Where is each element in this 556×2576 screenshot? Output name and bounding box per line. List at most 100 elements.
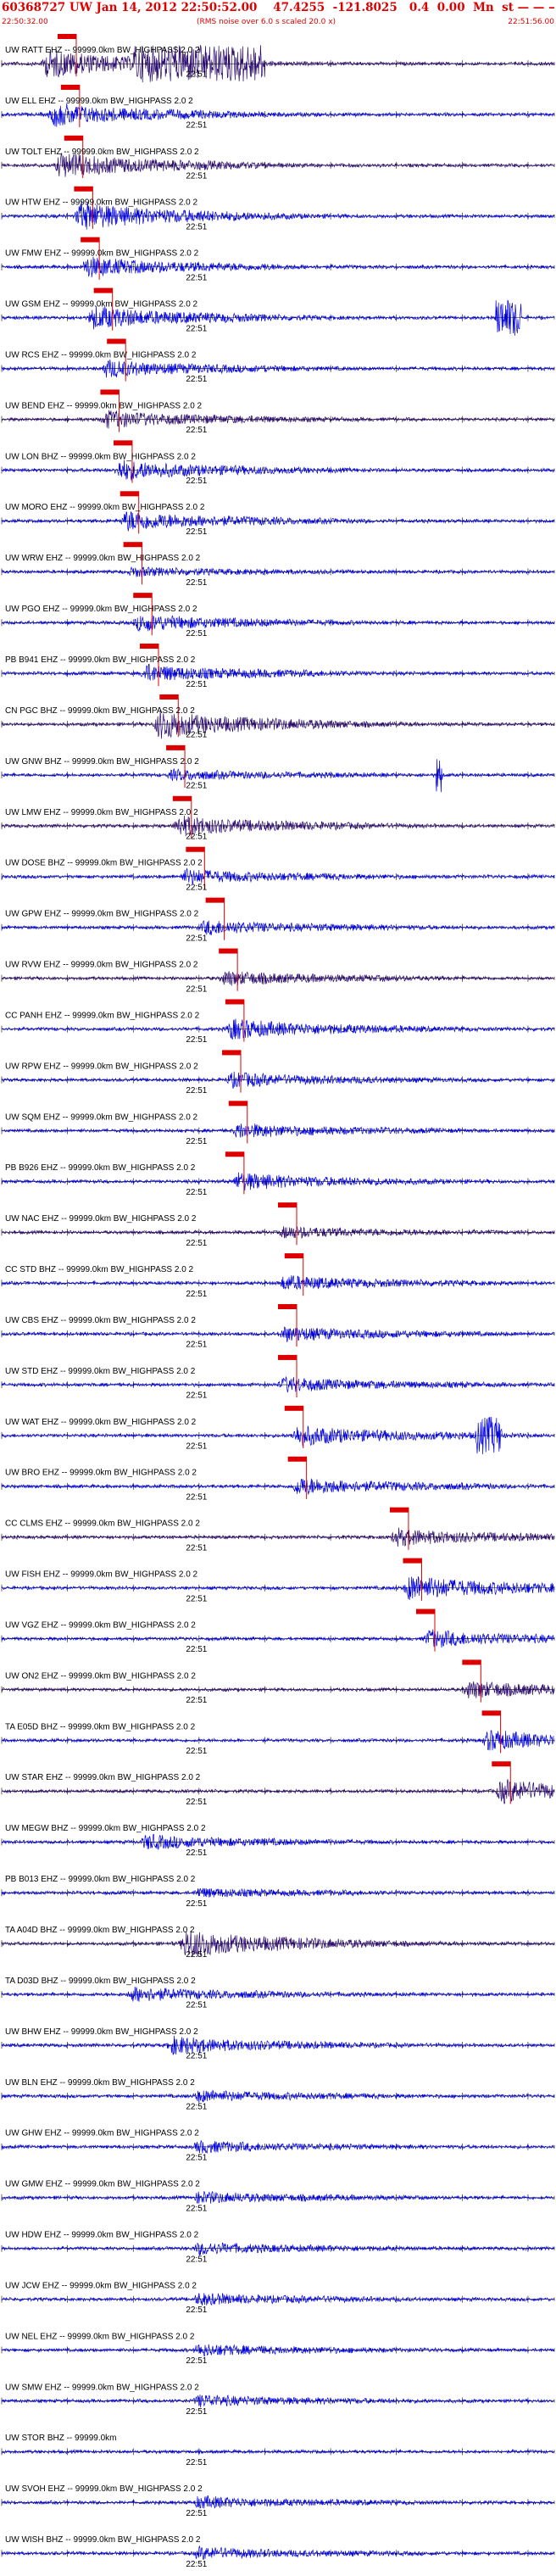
pick-marker	[222, 1050, 242, 1056]
minute-tick-label: 22:51	[186, 2001, 207, 2010]
minute-tick-label: 22:51	[186, 1035, 207, 1045]
minute-tick-label: 22:51	[186, 426, 207, 435]
pick-marker	[287, 1456, 307, 1462]
minute-tick-label: 22:51	[186, 680, 207, 689]
station-row: UW DOSE BHZ -- 99999.0km BW_HIGHPASS 2.0…	[1, 846, 555, 892]
station-row: CN PGC BHZ -- 99999.0km BW_HIGHPASS 2.0 …	[1, 694, 555, 740]
minute-tick-label: 22:51	[186, 70, 207, 80]
station-label: UW RCS EHZ -- 99999.0km BW_HIGHPASS 2.0 …	[5, 350, 197, 360]
station-label: UW MORO EHZ -- 99999.0km BW_HIGHPASS 2.0…	[5, 503, 205, 512]
station-label: UW WISH BHZ -- 99999.0km BW_HIGHPASS 2.0…	[5, 2535, 201, 2545]
pick-marker	[205, 897, 225, 903]
minute-tick-label: 22:51	[186, 2306, 207, 2315]
station-label: UW FISH EHZ -- 99999.0km BW_HIGHPASS 2.0…	[5, 1570, 198, 1580]
station-row: UW SMW EHZ -- 99999.0km BW_HIGHPASS 2.0 …	[1, 2383, 555, 2417]
station-row: UW ON2 EHZ -- 99999.0km BW_HIGHPASS 2.0 …	[1, 1659, 555, 1705]
pick-marker	[81, 237, 100, 243]
minute-tick-label: 22:51	[186, 527, 207, 537]
pick-marker	[113, 440, 132, 446]
pick-marker	[93, 287, 113, 293]
station-row: UW GSM EHZ -- 99999.0km BW_HIGHPASS 2.0 …	[1, 287, 555, 336]
pick-marker	[219, 948, 238, 954]
waveform-trace	[1, 1527, 554, 1547]
minute-tick-label: 22:51	[186, 782, 207, 791]
pick-marker	[133, 593, 153, 599]
pick-marker	[64, 135, 83, 141]
minute-tick-label: 22:51	[186, 121, 207, 131]
pick-marker	[172, 795, 192, 801]
minute-tick-label: 22:51	[186, 1543, 207, 1553]
station-label: UW LON BHZ -- 99999.0km BW_HIGHPASS 2.0 …	[5, 452, 196, 461]
pick-marker	[389, 1507, 409, 1513]
pick-marker	[57, 34, 76, 39]
minute-tick-label: 22:51	[186, 1798, 207, 1807]
station-label: UW SMW EHZ -- 99999.0km BW_HIGHPASS 2.0 …	[5, 2383, 199, 2392]
station-label: CC PANH EHZ -- 99999.0km BW_HIGHPASS 2.0…	[5, 1011, 200, 1020]
minute-tick-label: 22:51	[186, 375, 207, 384]
station-label: UW WAT EHZ -- 99999.0km BW_HIGHPASS 2.0 …	[5, 1418, 197, 1427]
pick-marker	[159, 694, 179, 700]
pick-marker	[492, 1761, 511, 1767]
waveform-trace	[1, 2495, 554, 2509]
minute-tick-label: 22:51	[186, 1899, 207, 1909]
minute-tick-label: 22:51	[186, 1950, 207, 1960]
station-label: UW RATT EHZ -- 99999.0km BW_HIGHPASS 2.0…	[5, 46, 200, 55]
station-row: UW SQM EHZ -- 99999.0km BW_HIGHPASS 2.0 …	[1, 1101, 555, 1146]
station-label: UW RPW EHZ -- 99999.0km BW_HIGHPASS 2.0 …	[5, 1062, 198, 1071]
waveform-trace	[1, 2242, 554, 2256]
station-row: CC CLMS EHZ -- 99999.0km BW_HIGHPASS 2.0…	[1, 1507, 555, 1553]
station-label: UW RVW EHZ -- 99999.0km BW_HIGHPASS 2.0 …	[5, 961, 198, 970]
minute-tick-label: 22:51	[186, 2052, 207, 2061]
station-label: UW GNW BHZ -- 99999.0km BW_HIGHPASS 2.0 …	[5, 757, 199, 767]
station-row: UW SVOH EHZ -- 99999.0km BW_HIGHPASS 2.0…	[1, 2484, 555, 2518]
pick-marker	[228, 1101, 247, 1107]
minute-tick-label: 22:51	[186, 1492, 207, 1502]
station-label: UW GPW EHZ -- 99999.0km BW_HIGHPASS 2.0 …	[5, 910, 199, 919]
station-row: UW GPW EHZ -- 99999.0km BW_HIGHPASS 2.0 …	[1, 897, 555, 943]
waveform-trace	[1, 566, 554, 577]
station-row: UW MORO EHZ -- 99999.0km BW_HIGHPASS 2.0…	[1, 491, 555, 537]
minute-tick-label: 22:51	[186, 1391, 207, 1401]
station-label: PB B941 EHZ -- 99999.0km BW_HIGHPASS 2.0…	[5, 655, 196, 665]
station-label: CN PGC BHZ -- 99999.0km BW_HIGHPASS 2.0 …	[5, 706, 195, 716]
minute-tick-label: 22:51	[186, 1290, 207, 1299]
station-row: PB B013 EHZ -- 99999.0km BW_HIGHPASS 2.0…	[1, 1875, 555, 1909]
minute-tick-label: 22:51	[186, 578, 207, 588]
minute-tick-label: 22:51	[186, 1239, 207, 1248]
pick-marker	[123, 542, 142, 548]
minute-tick-label: 22:51	[186, 1442, 207, 1452]
pick-marker	[100, 389, 120, 395]
station-label: UW HDW EHZ -- 99999.0km BW_HIGHPASS 2.0 …	[5, 2231, 199, 2240]
station-row: UW NEL EHZ -- 99999.0km BW_HIGHPASS 2.0 …	[1, 2332, 555, 2366]
station-label: UW SVOH EHZ -- 99999.0km BW_HIGHPASS 2.0…	[5, 2484, 203, 2494]
station-row: UW NAC EHZ -- 99999.0km BW_HIGHPASS 2.0 …	[1, 1202, 555, 1248]
waveform-trace	[1, 615, 554, 633]
station-row: TA A04D BHZ -- 99999.0km BW_HIGHPASS 2.0…	[1, 1926, 555, 1960]
station-row: UW BHW EHZ -- 99999.0km BW_HIGHPASS 2.0 …	[1, 2027, 555, 2061]
minute-tick-label: 22:51	[186, 2458, 207, 2467]
station-row: TA D03D BHZ -- 99999.0km BW_HIGHPASS 2.0…	[1, 1977, 555, 2010]
station-label: UW WRW EHZ -- 99999.0km BW_HIGHPASS 2.0 …	[5, 554, 201, 563]
station-row: PB B941 EHZ -- 99999.0km BW_HIGHPASS 2.0…	[1, 644, 555, 689]
station-row: UW HTW EHZ -- 99999.0km BW_HIGHPASS 2.0 …	[1, 186, 555, 231]
station-row: UW BEND EHZ -- 99999.0km BW_HIGHPASS 2.0…	[1, 389, 555, 435]
station-label: UW STAR EHZ -- 99999.0km BW_HIGHPASS 2.0…	[5, 1773, 201, 1782]
pick-marker	[278, 1202, 297, 1208]
station-label: TA E05D BHZ -- 99999.0km BW_HIGHPASS 2.0…	[5, 1722, 196, 1731]
pick-marker	[284, 1253, 303, 1259]
minute-tick-label: 22:51	[186, 222, 207, 231]
minute-tick-label: 22:51	[186, 731, 207, 740]
station-label: UW MEGW BHZ -- 99999.0km BW_HIGHPASS 2.0…	[5, 1824, 206, 1833]
station-label: UW ON2 EHZ -- 99999.0km BW_HIGHPASS 2.0 …	[5, 1671, 196, 1681]
pick-marker	[107, 338, 126, 344]
waveform-trace	[1, 510, 554, 532]
minute-tick-label: 22:51	[186, 1594, 207, 1603]
station-label: UW BLN EHZ -- 99999.0km BW_HIGHPASS 2.0 …	[5, 2078, 195, 2088]
station-label: UW DOSE BHZ -- 99999.0km BW_HIGHPASS 2.0…	[5, 859, 203, 868]
station-row: UW BLN EHZ -- 99999.0km BW_HIGHPASS 2.0 …	[1, 2078, 555, 2112]
station-row: UW RATT EHZ -- 99999.0km BW_HIGHPASS 2.0…	[1, 34, 555, 83]
station-label: PB B926 EHZ -- 99999.0km BW_HIGHPASS 2.0…	[5, 1163, 196, 1173]
station-label: CC STD BHZ -- 99999.0km BW_HIGHPASS 2.0 …	[5, 1265, 194, 1274]
pick-marker	[186, 846, 205, 852]
station-label: UW FMW EHZ -- 99999.0km BW_HIGHPASS 2.0 …	[5, 249, 199, 259]
